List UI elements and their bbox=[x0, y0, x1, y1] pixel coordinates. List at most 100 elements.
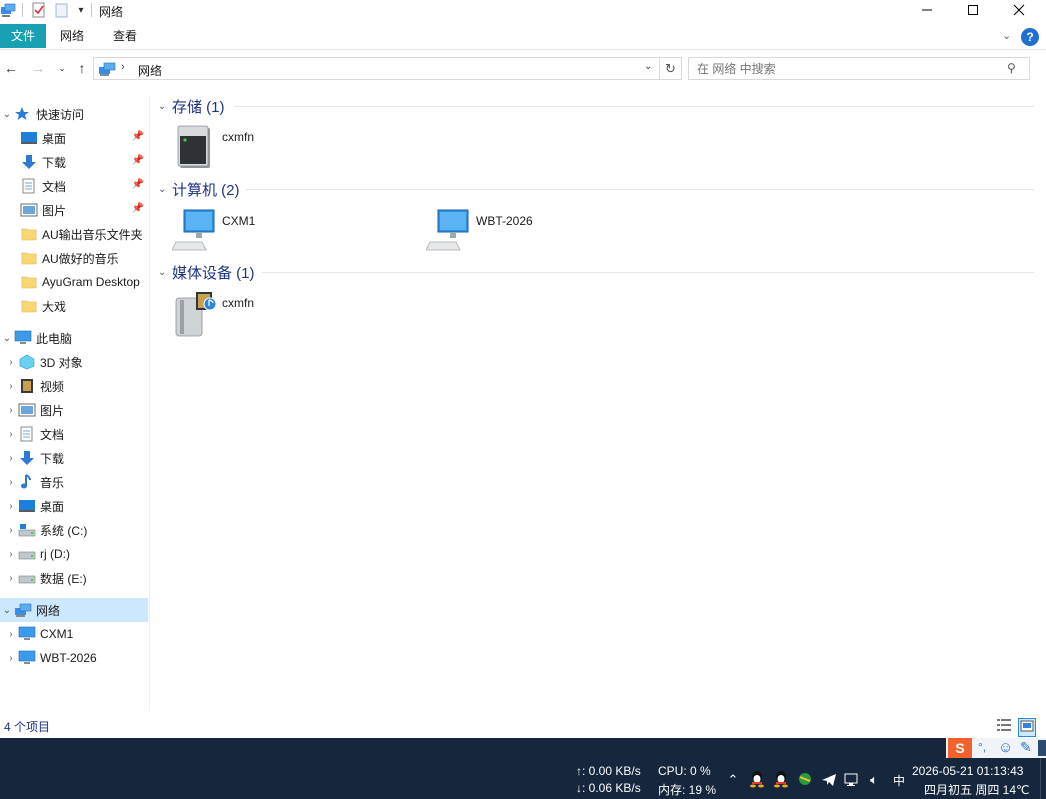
sidebar-item-network[interactable]: ⌄ 网络 bbox=[0, 598, 148, 622]
volume-icon[interactable]: 🔈︎ bbox=[865, 771, 883, 789]
ime-menu-icon[interactable] bbox=[1038, 740, 1046, 756]
sidebar-item-drive-c[interactable]: › 系统 (C:) bbox=[0, 518, 148, 542]
sidebar-item-folder[interactable]: AU做好的音乐 bbox=[0, 246, 148, 270]
chevron-down-icon[interactable]: ⌄ bbox=[0, 605, 14, 616]
chevron-down-icon[interactable]: ⌄ bbox=[0, 333, 14, 344]
search-icon[interactable]: ⚲ bbox=[1007, 61, 1016, 75]
sidebar-item-this-pc[interactable]: ⌄ 此电脑 bbox=[0, 326, 148, 350]
sidebar-item-cxm1[interactable]: › CXM1 bbox=[0, 622, 148, 646]
search-box[interactable]: ⚲ bbox=[688, 57, 1030, 80]
sidebar-item-desktop[interactable]: › 桌面 bbox=[0, 494, 148, 518]
tab-file[interactable]: 文件 bbox=[0, 24, 46, 48]
chevron-right-icon[interactable]: › bbox=[4, 525, 18, 536]
new-folder-icon[interactable] bbox=[54, 2, 70, 18]
sidebar-item-downloads[interactable]: › 下载 bbox=[0, 446, 148, 470]
up-arrow-icon[interactable]: ↑ bbox=[73, 59, 91, 77]
sidebar-item-pictures[interactable]: › 图片 bbox=[0, 398, 148, 422]
properties-icon[interactable] bbox=[31, 2, 47, 18]
sidebar-item-3d-objects[interactable]: › 3D 对象 bbox=[0, 350, 148, 374]
pin-icon[interactable]: 📌 bbox=[132, 131, 144, 142]
minimize-button[interactable] bbox=[904, 0, 950, 20]
group-header-media-devices[interactable]: ⌄ 媒体设备 (1) bbox=[158, 262, 255, 282]
pin-icon[interactable]: 📌 bbox=[132, 155, 144, 166]
chevron-right-icon[interactable]: › bbox=[4, 453, 18, 464]
sidebar-item-label: 桌面 bbox=[42, 131, 67, 146]
sidebar-item-documents[interactable]: 文档 📌 bbox=[0, 174, 148, 198]
tab-view[interactable]: 查看 bbox=[101, 24, 149, 48]
breadcrumb[interactable]: 网络 bbox=[138, 62, 162, 79]
network-icon bbox=[14, 602, 32, 618]
back-arrow-icon[interactable]: ← bbox=[2, 59, 20, 77]
network-item-wbt-2026[interactable]: WBT-2026 bbox=[425, 206, 666, 258]
close-button[interactable] bbox=[996, 0, 1042, 20]
document-icon bbox=[18, 426, 36, 442]
ime-toolbar: S °, ☺ ✎ bbox=[946, 738, 1046, 758]
sidebar-item-label: 快速访问 bbox=[36, 107, 85, 122]
chevron-right-icon[interactable]: › bbox=[4, 405, 18, 416]
chevron-down-icon[interactable]: ⌄ bbox=[0, 109, 14, 120]
sidebar-item-label: AU做好的音乐 bbox=[42, 251, 119, 266]
show-hidden-icons-icon[interactable]: ⌃ bbox=[724, 771, 742, 789]
maximize-button[interactable] bbox=[950, 0, 996, 20]
chevron-right-icon[interactable]: › bbox=[4, 629, 18, 640]
recent-locations-icon[interactable]: ⌄ bbox=[53, 59, 71, 77]
sidebar-item-drive-d[interactable]: › rj (D:) bbox=[0, 542, 148, 566]
forward-arrow-icon[interactable]: → bbox=[29, 59, 47, 77]
address-bar[interactable]: › 网络 ⌄ bbox=[93, 57, 660, 80]
ime-mode-indicator[interactable]: 中 bbox=[893, 772, 905, 789]
chevron-down-icon[interactable]: ⌄ bbox=[158, 184, 172, 195]
sidebar-item-music[interactable]: › 音乐 bbox=[0, 470, 148, 494]
network-item-cxmfn-media[interactable]: cxmfn bbox=[172, 288, 412, 340]
sidebar-item-folder[interactable]: 大戏 bbox=[0, 294, 148, 318]
punctuation-icon[interactable]: °, bbox=[978, 740, 986, 754]
address-dropdown-icon[interactable]: ⌄ bbox=[644, 61, 652, 72]
expand-ribbon-icon[interactable]: ⌄ bbox=[1002, 29, 1011, 42]
sidebar-item-pictures[interactable]: 图片 📌 bbox=[0, 198, 148, 222]
sidebar-item-desktop[interactable]: 桌面 📌 bbox=[0, 126, 148, 150]
chevron-right-icon[interactable]: › bbox=[4, 381, 18, 392]
details-view-icon[interactable] bbox=[996, 718, 1012, 735]
chevron-right-icon[interactable]: › bbox=[4, 501, 18, 512]
sidebar-item-downloads[interactable]: 下载 📌 bbox=[0, 150, 148, 174]
group-header-storage[interactable]: ⌄ 存储 (1) bbox=[158, 96, 225, 116]
app-tray-icon[interactable] bbox=[796, 770, 814, 788]
network-item-cxmfn-storage[interactable]: cxmfn bbox=[172, 122, 412, 174]
breadcrumb-chevron-icon[interactable]: › bbox=[121, 61, 125, 73]
sogou-ime-icon[interactable]: S bbox=[948, 738, 972, 758]
tab-network[interactable]: 网络 bbox=[48, 24, 96, 48]
qq-icon[interactable] bbox=[772, 770, 790, 788]
pen-icon[interactable]: ✎ bbox=[1020, 739, 1032, 756]
clock-date-info[interactable]: 四月初五 周四 14℃ bbox=[924, 781, 1030, 798]
chevron-right-icon[interactable]: › bbox=[4, 477, 18, 488]
chevron-down-icon[interactable]: ⌄ bbox=[158, 101, 172, 112]
chevron-right-icon[interactable]: › bbox=[4, 573, 18, 584]
refresh-button[interactable]: ↻ bbox=[660, 57, 682, 80]
chevron-down-icon[interactable]: ⌄ bbox=[158, 267, 172, 278]
chevron-right-icon[interactable]: › bbox=[4, 429, 18, 440]
qq-icon[interactable] bbox=[748, 770, 766, 788]
network-status-icon[interactable] bbox=[843, 771, 861, 789]
group-header-computers[interactable]: ⌄ 计算机 (2) bbox=[158, 179, 240, 199]
chevron-right-icon[interactable]: › bbox=[4, 549, 18, 560]
clock-datetime[interactable]: 2026-05-21 01:13:43 bbox=[912, 764, 1023, 778]
sidebar-item-folder[interactable]: AU输出音乐文件夹 bbox=[0, 222, 148, 246]
chevron-right-icon[interactable]: › bbox=[4, 653, 18, 664]
sidebar-item-videos[interactable]: › 视频 bbox=[0, 374, 148, 398]
sidebar-item-wbt-2026[interactable]: › WBT-2026 bbox=[0, 646, 148, 670]
sidebar-item-quick-access[interactable]: ⌄ 快速访问 bbox=[0, 102, 148, 126]
telegram-icon[interactable] bbox=[820, 771, 838, 789]
pin-icon[interactable]: 📌 bbox=[132, 203, 144, 214]
sidebar-item-folder[interactable]: AyuGram Desktop bbox=[0, 270, 148, 294]
chevron-right-icon[interactable]: › bbox=[4, 357, 18, 368]
sidebar-item-drive-e[interactable]: › 数据 (E:) bbox=[0, 566, 148, 590]
pin-icon[interactable]: 📌 bbox=[132, 179, 144, 190]
taskbar: S °, ☺ ✎ ↑: 0.00 KB/s ↓: 0.06 KB/s CPU: … bbox=[0, 738, 1046, 799]
search-input[interactable] bbox=[697, 62, 997, 76]
network-item-cxm1[interactable]: CXM1 bbox=[171, 206, 412, 258]
sidebar-item-documents[interactable]: › 文档 bbox=[0, 422, 148, 446]
help-icon[interactable]: ? bbox=[1021, 28, 1039, 46]
emoji-icon[interactable]: ☺ bbox=[998, 739, 1013, 756]
customize-toolbar-icon[interactable]: ▾ bbox=[73, 2, 89, 18]
large-icons-view-icon[interactable] bbox=[1018, 718, 1036, 737]
show-desktop-button[interactable] bbox=[1040, 758, 1046, 799]
